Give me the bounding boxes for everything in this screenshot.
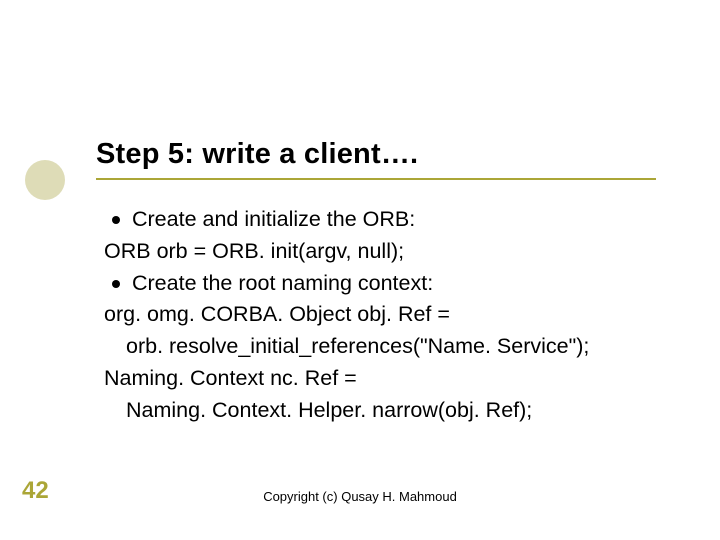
- bullet-text: Create the root naming context:: [132, 268, 684, 300]
- bullet-icon: [104, 204, 132, 236]
- code-line: Naming. Context. Helper. narrow(obj. Ref…: [104, 395, 684, 427]
- bullet-icon: [104, 268, 132, 300]
- slide-body: Create and initialize the ORB: ORB orb =…: [104, 204, 684, 427]
- code-line: Naming. Context nc. Ref =: [104, 363, 684, 395]
- code-line: org. omg. CORBA. Object obj. Ref =: [104, 299, 684, 331]
- slide: Step 5: write a client…. Create and init…: [0, 0, 720, 540]
- accent-circle: [25, 160, 65, 200]
- bullet-item: Create and initialize the ORB:: [104, 204, 684, 236]
- bullet-text: Create and initialize the ORB:: [132, 204, 684, 236]
- code-line: orb. resolve_initial_references("Name. S…: [104, 331, 684, 363]
- bullet-item: Create the root naming context:: [104, 268, 684, 300]
- title-underline: [96, 178, 656, 180]
- slide-title: Step 5: write a client….: [96, 138, 418, 171]
- code-line: ORB orb = ORB. init(argv, null);: [104, 236, 684, 268]
- footer-copyright: Copyright (c) Qusay H. Mahmoud: [0, 489, 720, 504]
